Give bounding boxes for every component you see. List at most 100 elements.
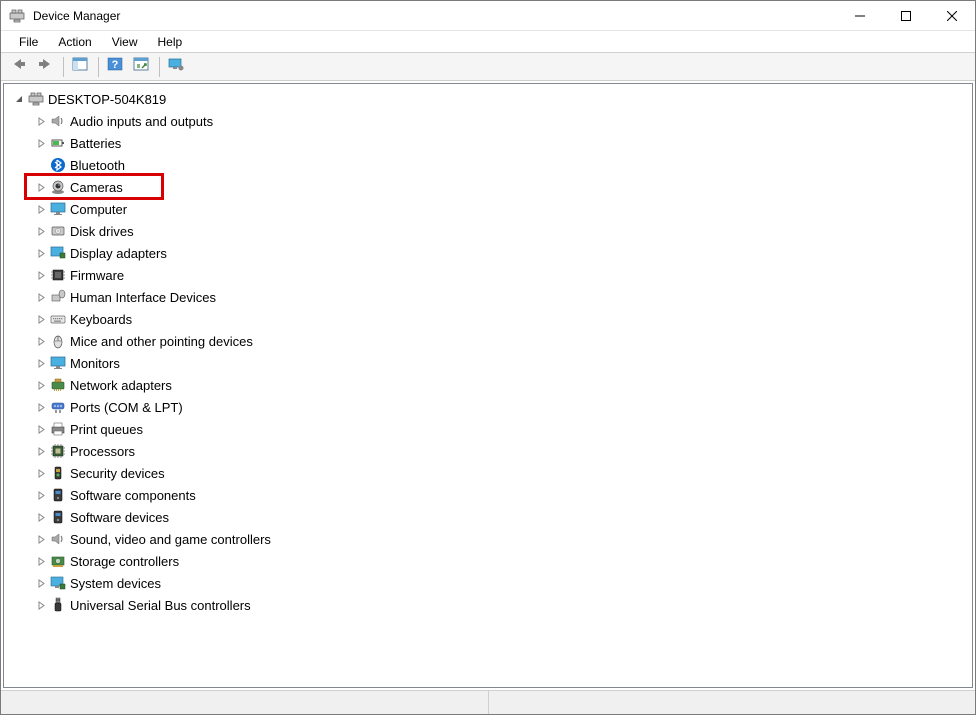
chevron-right-icon[interactable]: [34, 447, 48, 456]
tree-node-cameras[interactable]: Cameras: [6, 176, 972, 198]
tree-node-label: System devices: [68, 576, 161, 591]
tree-node-label: Print queues: [68, 422, 143, 437]
chevron-right-icon[interactable]: [34, 535, 48, 544]
chevron-right-icon[interactable]: [34, 227, 48, 236]
chevron-right-icon[interactable]: [34, 403, 48, 412]
security-icon: [48, 465, 68, 481]
tree-node-sound-video-and-game-controllers[interactable]: Sound, video and game controllers: [6, 528, 972, 550]
toolbar-separator: [63, 57, 64, 77]
toolbar-devices-button[interactable]: [164, 56, 188, 78]
chevron-right-icon[interactable]: [34, 491, 48, 500]
cpu-icon: [48, 443, 68, 459]
chevron-right-icon[interactable]: [34, 139, 48, 148]
tree-node-label: Bluetooth: [68, 158, 125, 173]
tree-node-keyboards[interactable]: Keyboards: [6, 308, 972, 330]
toolbar-back-button[interactable]: [7, 56, 31, 78]
chevron-right-icon[interactable]: [34, 293, 48, 302]
device-tree: DESKTOP-504K819 Audio inputs and outputs…: [4, 84, 972, 620]
chevron-right-icon[interactable]: [34, 205, 48, 214]
back-icon: [11, 57, 27, 76]
usb-icon: [48, 597, 68, 613]
tree-node-display-adapters[interactable]: Display adapters: [6, 242, 972, 264]
tree-node-software-components[interactable]: Software components: [6, 484, 972, 506]
menu-help[interactable]: Help: [148, 33, 193, 51]
toolbar-separator: [159, 57, 160, 77]
computer-icon: [26, 91, 46, 107]
menu-bar: File Action View Help: [1, 31, 975, 53]
chevron-right-icon[interactable]: [34, 337, 48, 346]
toolbar-separator: [98, 57, 99, 77]
tree-node-print-queues[interactable]: Print queues: [6, 418, 972, 440]
camera-icon: [48, 179, 68, 195]
tree-node-label: Mice and other pointing devices: [68, 334, 253, 349]
chevron-right-icon[interactable]: [34, 117, 48, 126]
tree-node-label: Audio inputs and outputs: [68, 114, 213, 129]
menu-action[interactable]: Action: [48, 33, 101, 51]
chevron-right-icon[interactable]: [34, 513, 48, 522]
tree-node-label: Display adapters: [68, 246, 167, 261]
tree-node-label: Disk drives: [68, 224, 134, 239]
tree-node-firmware[interactable]: Firmware: [6, 264, 972, 286]
tree-node-label: Processors: [68, 444, 135, 459]
device-manager-window: Device Manager File Action View Help: [0, 0, 976, 715]
chevron-right-icon[interactable]: [34, 469, 48, 478]
toolbar-scan-button[interactable]: [129, 56, 153, 78]
tree-node-mice-and-other-pointing-devices[interactable]: Mice and other pointing devices: [6, 330, 972, 352]
tree-node-monitors[interactable]: Monitors: [6, 352, 972, 374]
tree-node-batteries[interactable]: Batteries: [6, 132, 972, 154]
tree-node-label: DESKTOP-504K819: [46, 92, 166, 107]
window-title: Device Manager: [33, 9, 120, 23]
chevron-right-icon[interactable]: [34, 381, 48, 390]
tree-node-label: Universal Serial Bus controllers: [68, 598, 251, 613]
tree-node-system-devices[interactable]: System devices: [6, 572, 972, 594]
device-tree-panel[interactable]: DESKTOP-504K819 Audio inputs and outputs…: [3, 83, 973, 688]
scan-icon: [133, 57, 149, 76]
battery-icon: [48, 135, 68, 151]
tree-node-computer[interactable]: Computer: [6, 198, 972, 220]
tree-node-processors[interactable]: Processors: [6, 440, 972, 462]
menu-view[interactable]: View: [102, 33, 148, 51]
tree-node-label: Monitors: [68, 356, 120, 371]
tree-node-audio-inputs-and-outputs[interactable]: Audio inputs and outputs: [6, 110, 972, 132]
toolbar-forward-button[interactable]: [33, 56, 57, 78]
titlebar-controls: [837, 1, 975, 31]
tree-node-label: Sound, video and game controllers: [68, 532, 271, 547]
chevron-right-icon[interactable]: [34, 271, 48, 280]
tree-node-disk-drives[interactable]: Disk drives: [6, 220, 972, 242]
chevron-right-icon[interactable]: [34, 557, 48, 566]
toolbar-show-hide-tree-button[interactable]: [68, 56, 92, 78]
tree-node-universal-serial-bus-controllers[interactable]: Universal Serial Bus controllers: [6, 594, 972, 616]
tree-node-network-adapters[interactable]: Network adapters: [6, 374, 972, 396]
tree-node-human-interface-devices[interactable]: Human Interface Devices: [6, 286, 972, 308]
chip-icon: [48, 267, 68, 283]
chevron-right-icon[interactable]: [34, 183, 48, 192]
chevron-right-icon[interactable]: [34, 359, 48, 368]
chevron-right-icon[interactable]: [34, 601, 48, 610]
tree-node-label: Keyboards: [68, 312, 132, 327]
storage-icon: [48, 553, 68, 569]
chevron-right-icon[interactable]: [34, 315, 48, 324]
menu-file[interactable]: File: [9, 33, 48, 51]
tree-node-ports-com-lpt-[interactable]: Ports (COM & LPT): [6, 396, 972, 418]
toolbar-help-button[interactable]: ?: [103, 56, 127, 78]
tree-node-software-devices[interactable]: Software devices: [6, 506, 972, 528]
close-button[interactable]: [929, 1, 975, 31]
tree-node-storage-controllers[interactable]: Storage controllers: [6, 550, 972, 572]
minimize-button[interactable]: [837, 1, 883, 31]
chevron-right-icon[interactable]: [34, 425, 48, 434]
tree-node-security-devices[interactable]: Security devices: [6, 462, 972, 484]
tree-node-label: Software devices: [68, 510, 169, 525]
chevron-down-icon[interactable]: [12, 95, 26, 104]
display-adapter-icon: [48, 245, 68, 261]
tree-node-bluetooth[interactable]: Bluetooth: [6, 154, 972, 176]
titlebar: Device Manager: [1, 1, 975, 31]
mouse-icon: [48, 333, 68, 349]
tree-node-label: Network adapters: [68, 378, 172, 393]
chevron-right-icon[interactable]: [34, 249, 48, 258]
help-icon: ?: [107, 57, 123, 76]
tree-root-node[interactable]: DESKTOP-504K819: [6, 88, 972, 110]
maximize-button[interactable]: [883, 1, 929, 31]
chevron-right-icon[interactable]: [34, 579, 48, 588]
status-pane-right: [489, 691, 976, 714]
tree-node-label: Batteries: [68, 136, 121, 151]
